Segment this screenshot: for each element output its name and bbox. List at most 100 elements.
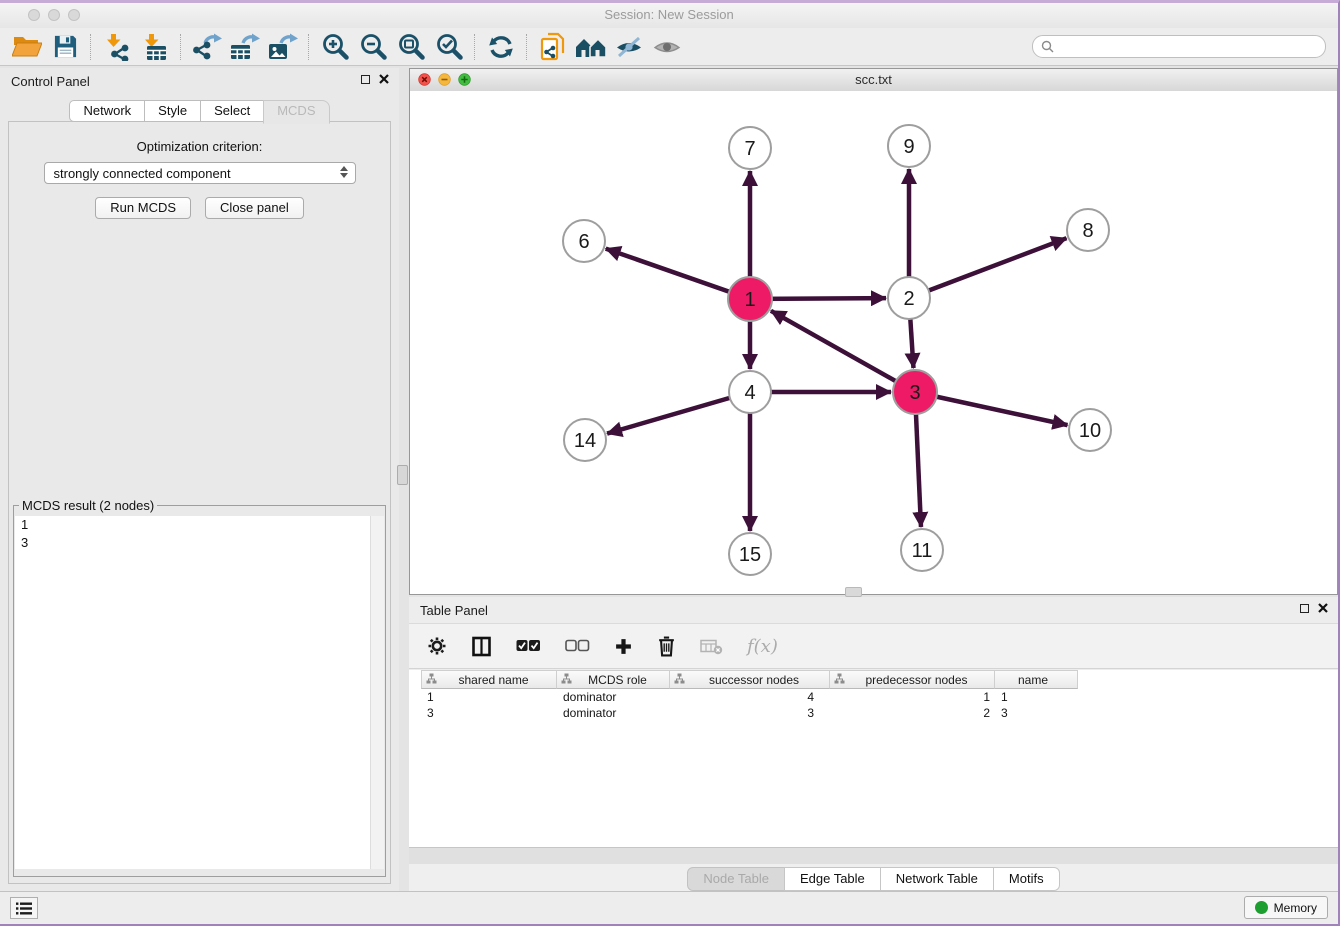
function-builder-button[interactable]: f(x)	[747, 636, 778, 657]
column-header-name[interactable]: name	[995, 670, 1078, 689]
tab-network[interactable]: Network	[69, 100, 145, 122]
import-network-button[interactable]	[98, 31, 136, 63]
table-cell[interactable]: 4	[670, 689, 830, 705]
search-icon	[1041, 40, 1054, 53]
float-table-panel-icon[interactable]	[1300, 604, 1309, 613]
zoom-out-button[interactable]	[354, 31, 392, 63]
zoom-fit-button[interactable]	[392, 31, 430, 63]
open-session-button[interactable]	[8, 31, 46, 63]
export-image-button[interactable]	[264, 31, 302, 63]
graph-edge-4-14[interactable]	[607, 392, 750, 434]
network-window-titlebar[interactable]: scc.txt	[410, 69, 1337, 92]
column-label: shared name	[437, 673, 556, 687]
table-cell[interactable]: dominator	[557, 705, 670, 721]
run-mcds-button[interactable]: Run MCDS	[95, 197, 191, 219]
table-toolbar: f(x)	[409, 623, 1338, 669]
graph-edge-2-8[interactable]	[909, 238, 1066, 298]
table-cell[interactable]: 1	[830, 689, 995, 705]
column-label: MCDS role	[572, 673, 669, 687]
table-cell[interactable]: 1	[421, 689, 557, 705]
task-history-button[interactable]	[10, 897, 38, 919]
table-body: 1dominator4113dominator323	[409, 689, 1338, 721]
network-canvas[interactable]: 7968124314101511	[410, 91, 1337, 594]
zoom-in-button[interactable]	[316, 31, 354, 63]
horizontal-splitter-handle[interactable]	[845, 587, 862, 597]
network-view-window: scc.txt 7968124314101511	[409, 68, 1338, 595]
result-scrollbar[interactable]	[370, 516, 384, 869]
table-cell[interactable]: dominator	[557, 689, 670, 705]
tab-style[interactable]: Style	[144, 100, 201, 122]
optimization-criterion-label: Optimization criterion:	[9, 139, 390, 154]
tab-edge-table[interactable]: Edge Table	[784, 867, 881, 891]
tab-motifs[interactable]: Motifs	[993, 867, 1060, 891]
tab-select[interactable]: Select	[200, 100, 264, 122]
gear-icon	[427, 636, 447, 656]
tab-mcds[interactable]: MCDS	[263, 100, 329, 124]
control-panel: Control Panel NetworkStyleSelectMCDS Opt…	[0, 68, 399, 894]
graph-edge-3-10[interactable]	[915, 392, 1068, 425]
node-table: shared name MCDS role successor nodesprede…	[409, 670, 1338, 847]
import-table-button[interactable]	[136, 31, 174, 63]
save-session-button[interactable]	[46, 31, 84, 63]
eye-icon	[652, 35, 682, 59]
memory-label: Memory	[1274, 901, 1317, 915]
table-tabbar: Node TableEdge TableNetwork TableMotifs	[409, 864, 1338, 894]
table-settings-button[interactable]	[427, 636, 447, 656]
export-table-button[interactable]	[226, 31, 264, 63]
select-all-columns-button[interactable]	[516, 639, 541, 653]
show-all-button[interactable]	[648, 31, 686, 63]
zoom-out-icon	[358, 32, 388, 62]
column-label: successor nodes	[685, 673, 829, 687]
table-cell[interactable]: 3	[670, 705, 830, 721]
mcds-result-list[interactable]: 13	[15, 516, 384, 869]
table-cell[interactable]: 3	[995, 705, 1078, 721]
first-neighbors-button[interactable]	[572, 31, 610, 63]
table-cell[interactable]: 1	[995, 689, 1078, 705]
graph-edge-3-1[interactable]	[771, 311, 915, 392]
memory-button[interactable]: Memory	[1244, 896, 1328, 919]
search-input[interactable]	[1059, 37, 1319, 56]
zoom-in-icon	[320, 32, 350, 62]
float-panel-icon[interactable]	[361, 75, 370, 84]
zoom-selected-button[interactable]	[430, 31, 468, 63]
toolbar-separator	[180, 34, 182, 60]
create-column-button[interactable]	[614, 637, 633, 656]
show-column-panel-button[interactable]	[471, 636, 492, 657]
search-box	[1032, 35, 1326, 58]
table-panel-header: Table Panel	[409, 597, 1338, 623]
open-folder-icon	[12, 34, 42, 59]
export-network-button[interactable]	[188, 31, 226, 63]
close-panel-button[interactable]: Close panel	[205, 197, 304, 219]
tab-node-table[interactable]: Node Table	[687, 867, 785, 891]
result-line: 3	[15, 534, 384, 552]
column-header-shared-name[interactable]: shared name	[421, 670, 557, 689]
column-header-MCDS-role[interactable]: MCDS role	[557, 670, 670, 689]
export-table-icon	[230, 33, 260, 61]
vertical-splitter-handle[interactable]	[397, 465, 408, 485]
close-table-panel-icon[interactable]	[1318, 603, 1328, 613]
column-header-successor-nodes[interactable]: successor nodes	[670, 670, 830, 689]
table-cell[interactable]: 3	[421, 705, 557, 721]
delete-table-button[interactable]	[700, 638, 723, 655]
hide-selected-button[interactable]	[610, 31, 648, 63]
optimization-criterion-select[interactable]: strongly connected component	[44, 162, 356, 184]
eye-slash-icon	[614, 35, 644, 59]
mcds-tab-content: Optimization criterion: strongly connect…	[8, 121, 391, 884]
clone-network-button[interactable]	[534, 31, 572, 63]
table-panel: Table Panel	[409, 597, 1338, 894]
apply-layout-button[interactable]	[482, 31, 520, 63]
column-header-predecessor-nodes[interactable]: predecessor nodes	[830, 670, 995, 689]
graph-node-label-3: 3	[909, 382, 920, 404]
selected-criterion-value: strongly connected component	[54, 166, 231, 181]
tab-network-table[interactable]: Network Table	[880, 867, 994, 891]
application-window: Session: New Session	[0, 0, 1340, 926]
delete-column-button[interactable]	[657, 636, 676, 657]
table-cell[interactable]: 2	[830, 705, 995, 721]
save-floppy-icon	[53, 34, 78, 59]
deselect-all-columns-button[interactable]	[565, 639, 590, 653]
main-toolbar	[0, 28, 1338, 66]
graph-node-label-1: 1	[744, 289, 755, 311]
close-panel-icon[interactable]	[379, 74, 389, 84]
graph-node-label-2: 2	[903, 288, 914, 310]
memory-status-icon	[1255, 901, 1268, 914]
